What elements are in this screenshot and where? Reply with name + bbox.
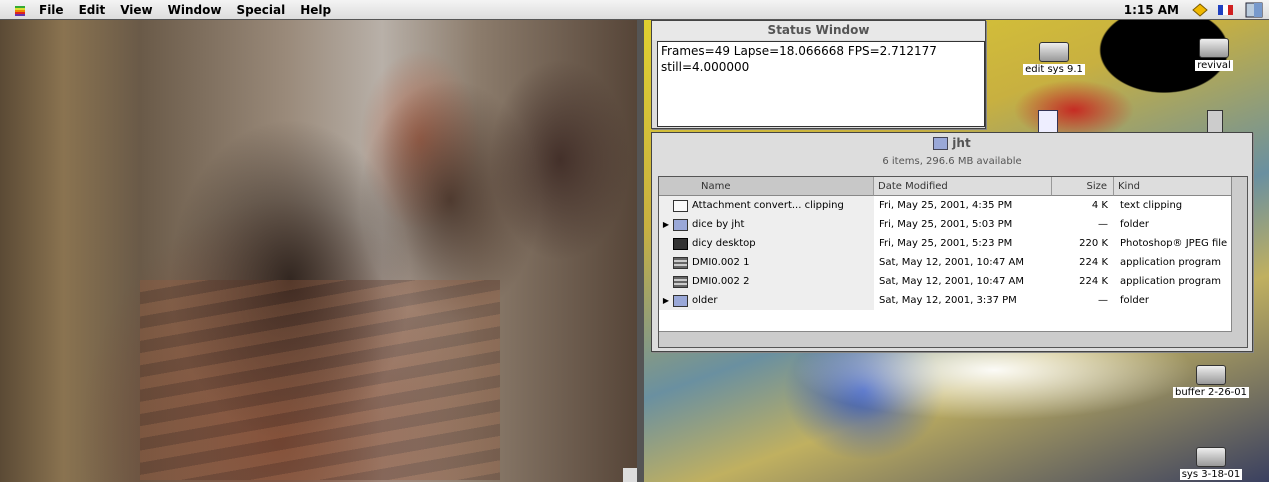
apple-menu-icon[interactable] [13, 3, 27, 17]
desktop-icon-label: sys 3-18-01 [1179, 469, 1243, 480]
menu-clock[interactable]: 1:15 AM [1124, 3, 1179, 17]
row-name-cell: dicy desktop [659, 234, 874, 253]
app-icon [673, 275, 688, 288]
trash-icon[interactable] [1207, 110, 1223, 134]
row-kind: Photoshop® JPEG file [1120, 238, 1228, 249]
row-name: DMI0.002 1 [692, 257, 750, 268]
finder-title-text: jht [952, 136, 971, 150]
desktop-icon-label: revival [1195, 60, 1233, 71]
row-date: Sat, May 12, 2001, 3:37 PM [879, 295, 1017, 306]
finder-window-title[interactable]: jht [652, 133, 1252, 153]
jpeg-icon [673, 237, 688, 250]
row-size: 220 K [1079, 238, 1108, 249]
clipping-icon [673, 199, 688, 212]
row-size: 224 K [1079, 257, 1108, 268]
desktop-icon-sys[interactable]: sys 3-18-01 [1171, 447, 1251, 480]
row-size: — [1098, 295, 1108, 306]
hard-disk-icon [1196, 447, 1226, 467]
resize-box[interactable] [623, 468, 637, 482]
column-header-date[interactable]: Date Modified [874, 177, 1052, 196]
status-line-frames: Frames=49 Lapse=18.066668 FPS=2.712177 [661, 44, 937, 58]
menu-bar: File Edit View Window Special Help 1:15 … [0, 0, 1269, 20]
video-content [140, 280, 500, 480]
row-kind: application program [1120, 257, 1222, 268]
row-name: dice by jht [692, 219, 745, 230]
menu-help[interactable]: Help [300, 3, 331, 17]
finder-info-bar: 6 items, 296.6 MB available [882, 156, 1022, 167]
video-frame [0, 20, 637, 482]
hard-disk-icon [1196, 365, 1226, 385]
row-name: DMI0.002 2 [692, 276, 750, 287]
row-name: older [692, 295, 718, 306]
row-kind: folder [1120, 295, 1150, 306]
menu-special[interactable]: Special [236, 3, 285, 17]
row-size: 224 K [1079, 276, 1108, 287]
row-size: — [1098, 219, 1108, 230]
status-window-text: Frames=49 Lapse=18.066668 FPS=2.712177 s… [657, 41, 985, 127]
desktop-icon-revival[interactable]: revival [1174, 38, 1254, 71]
row-name-cell: DMI0.002 1 [659, 253, 874, 272]
status-window[interactable]: Status Window Frames=49 Lapse=18.066668 … [651, 20, 986, 129]
status-line-still: still=4.000000 [661, 60, 750, 74]
desktop-icon-edit-sys[interactable]: edit sys 9.1 [1014, 42, 1094, 75]
removable-disk-icon [1199, 38, 1229, 58]
hard-disk-icon [1039, 42, 1069, 62]
vertical-scrollbar[interactable] [1231, 177, 1247, 347]
finder-app-icon[interactable] [1245, 2, 1263, 18]
row-date: Sat, May 12, 2001, 10:47 AM [879, 257, 1024, 268]
table-row[interactable]: dicy desktop Fri, May 25, 2001, 5:23 PM 22… [659, 234, 1247, 253]
desktop-icon-buffer[interactable]: buffer 2-26-01 [1171, 365, 1251, 398]
horizontal-scrollbar[interactable] [659, 331, 1232, 347]
disclosure-triangle-icon[interactable]: ▶ [659, 220, 673, 229]
finder-window[interactable]: jht 6 items, 296.6 MB available Name Dat… [651, 132, 1253, 352]
table-row[interactable]: ▶ older Sat, May 12, 2001, 3:37 PM — folder [659, 291, 1247, 310]
file-rows: Attachment convert... clipping Fri, May 2… [659, 196, 1247, 310]
row-date: Sat, May 12, 2001, 10:47 AM [879, 276, 1024, 287]
diamond-icon[interactable] [1191, 2, 1209, 17]
app-icon [673, 256, 688, 269]
list-header: Name Date Modified Size Kind ▲ [659, 177, 1247, 196]
row-name: dicy desktop [692, 238, 756, 249]
table-row[interactable]: ▶ dice by jht Fri, May 25, 2001, 5:03 PM — f… [659, 215, 1247, 234]
row-date: Fri, May 25, 2001, 5:23 PM [879, 238, 1013, 249]
row-date: Fri, May 25, 2001, 4:35 PM [879, 200, 1013, 211]
table-row[interactable]: DMI0.002 1 Sat, May 12, 2001, 10:47 AM 224… [659, 253, 1247, 272]
row-name-cell: ▶ older [659, 291, 874, 310]
desktop-icon-label: edit sys 9.1 [1023, 64, 1085, 75]
row-name-cell: ▶ dice by jht [659, 215, 874, 234]
row-name-cell: DMI0.002 2 [659, 272, 874, 291]
row-kind: application program [1120, 276, 1222, 287]
folder-icon [673, 218, 688, 231]
row-date: Fri, May 25, 2001, 5:03 PM [879, 219, 1013, 230]
keyboard-flag-icon[interactable] [1217, 3, 1235, 17]
document-icon[interactable] [1038, 110, 1058, 134]
file-list: Name Date Modified Size Kind ▲ Attachmen… [658, 176, 1248, 348]
menu-edit[interactable]: Edit [79, 3, 106, 17]
folder-icon [673, 294, 688, 307]
row-name-cell: Attachment convert... clipping [659, 196, 874, 215]
row-size: 4 K [1091, 200, 1108, 211]
column-header-kind[interactable]: Kind [1114, 177, 1232, 196]
menu-view[interactable]: View [120, 3, 152, 17]
row-kind: text clipping [1120, 200, 1183, 211]
menu-window[interactable]: Window [168, 3, 222, 17]
menu-file[interactable]: File [39, 3, 64, 17]
table-row[interactable]: DMI0.002 2 Sat, May 12, 2001, 10:47 AM 224… [659, 272, 1247, 291]
row-kind: folder [1120, 219, 1150, 230]
disclosure-triangle-icon[interactable]: ▶ [659, 296, 673, 305]
column-header-size[interactable]: Size [1052, 177, 1114, 196]
column-header-name[interactable]: Name [659, 177, 874, 196]
folder-icon [933, 137, 949, 150]
table-row[interactable]: Attachment convert... clipping Fri, May 2… [659, 196, 1247, 215]
status-window-title[interactable]: Status Window [652, 21, 985, 40]
window-divider [637, 20, 644, 482]
desktop-icon-label: buffer 2-26-01 [1172, 387, 1250, 398]
row-name: Attachment convert... clipping [692, 200, 844, 211]
